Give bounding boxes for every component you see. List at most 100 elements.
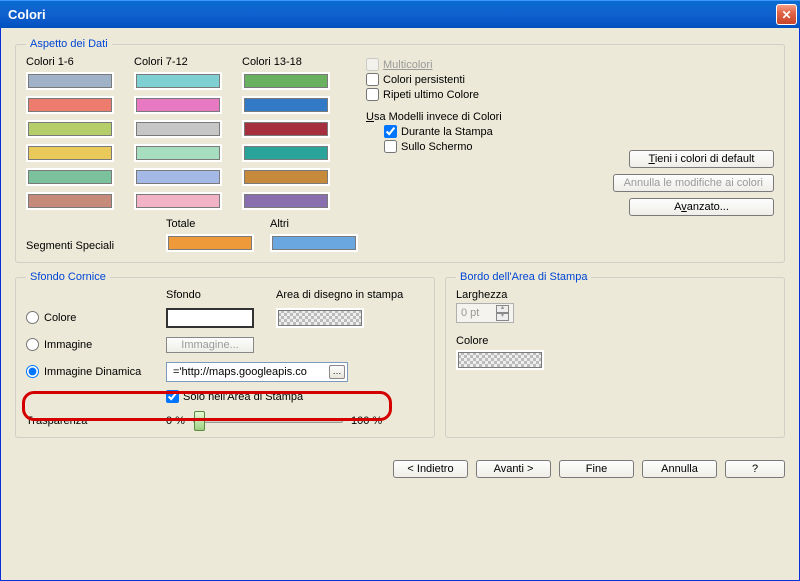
chk-multicolori: Multicolori [366,58,613,71]
radio-immagine-dinamica-row[interactable]: Immagine Dinamica [26,365,166,378]
expression-builder-icon[interactable]: … [329,365,345,379]
btn-avanti[interactable]: Avanti > [476,460,551,478]
swatch-5[interactable] [26,168,114,186]
checkbox-persistenti[interactable] [366,73,379,86]
swatch-altri[interactable] [270,234,358,252]
checkbox-multicolori [366,58,379,71]
btn-fine[interactable]: Fine [559,460,634,478]
col-7-12: Colori 7-12 [134,56,236,216]
col3-label: Colori 13-18 [242,56,344,68]
aspetto-options: Multicolori Colori persistenti Ripeti ul… [366,56,774,216]
label-multicolori: Multicolori [383,59,433,71]
btn-annulla-modifiche: Annulla le modifiche ai colori [613,174,774,192]
formula-input[interactable] [171,365,329,379]
usa-modelli-label: Usa Modelli invece di Colori [366,111,613,123]
radio-immagine-dinamica-label: Immagine Dinamica [44,366,141,378]
larghezza-spinner: 0 pt ▲ ▼ [456,303,514,323]
swatch-15[interactable] [242,120,330,138]
label-ripeti: Ripeti ultimo Colore [383,89,479,101]
spin-down-icon: ▼ [496,313,509,321]
radio-colore[interactable] [26,311,39,324]
label-persistenti: Colori persistenti [383,74,465,86]
group-aspetto-dati: Aspetto dei Dati Colori 1-6 Colori 7-12 [15,38,785,263]
swatch-13[interactable] [242,72,330,90]
swatch-totale[interactable] [166,234,254,252]
hdr-area: Area di disegno in stampa [276,289,406,301]
spinner-buttons: ▲ ▼ [496,305,509,321]
radio-immagine-label: Immagine [44,339,92,351]
slider-trasparenza[interactable] [193,419,343,423]
larghezza-value: 0 pt [461,307,479,319]
swatch-6[interactable] [26,192,114,210]
checkbox-durante-stampa[interactable] [384,125,397,138]
col2-label: Colori 7-12 [134,56,236,68]
swatch-bordo-colore[interactable] [456,350,544,370]
swatch-4[interactable] [26,144,114,162]
swatch-17[interactable] [242,168,330,186]
legend-aspetto: Aspetto dei Dati [26,38,112,50]
radio-colore-row[interactable]: Colore [26,311,166,324]
btn-tieni-default[interactable]: Tieni i colori di default [629,150,774,168]
swatch-area-stampa[interactable] [276,308,364,328]
window-title: Colori [8,7,46,22]
swatch-2[interactable] [26,96,114,114]
hdr-sfondo: Sfondo [166,289,276,301]
swatch-12[interactable] [134,192,222,210]
swatch-7[interactable] [134,72,222,90]
swatch-18[interactable] [242,192,330,210]
segmenti-label: Segmenti Speciali [26,240,166,252]
group-bordo-area: Bordo dell'Area di Stampa Larghezza 0 pt… [445,271,785,438]
legend-sfondo: Sfondo Cornice [26,271,110,283]
titlebar: Colori ✕ [0,0,800,28]
larghezza-label: Larghezza [456,289,774,301]
label-durante-stampa: Durante la Stampa [401,126,493,138]
btn-help[interactable]: ? [725,460,785,478]
col-13-18: Colori 13-18 [242,56,344,216]
btn-annulla[interactable]: Annulla [642,460,717,478]
swatch-3[interactable] [26,120,114,138]
radio-immagine[interactable] [26,338,39,351]
close-icon[interactable]: ✕ [776,4,797,25]
trasparenza-row: Trasparenza 0 % 100 % [26,415,424,427]
slider-max-label: 100 % [351,415,382,427]
swatch-14[interactable] [242,96,330,114]
checkbox-solo-area[interactable] [166,390,179,403]
legend-bordo: Bordo dell'Area di Stampa [456,271,591,283]
label-solo-area: Solo nell'Area di Stampa [183,391,303,403]
label-sullo-schermo: Sullo Schermo [401,141,473,153]
checkbox-ripeti[interactable] [366,88,379,101]
col1-label: Colori 1-6 [26,56,128,68]
swatch-1[interactable] [26,72,114,90]
swatch-8[interactable] [134,96,222,114]
checkbox-sullo-schermo[interactable] [384,140,397,153]
btn-immagine: Immagine... [166,337,254,353]
swatch-10[interactable] [134,144,222,162]
spin-up-icon: ▲ [496,305,509,313]
chk-schermo-row: Sullo Schermo [384,140,613,153]
bordo-colore-label: Colore [456,335,774,347]
swatch-16[interactable] [242,144,330,162]
col-1-6: Colori 1-6 [26,56,128,216]
btn-indietro[interactable]: < Indietro [393,460,468,478]
radio-immagine-row[interactable]: Immagine [26,338,166,351]
group-sfondo-cornice: Sfondo Cornice Sfondo Area di disegno in… [15,271,435,438]
slider-min-label: 0 % [166,415,185,427]
lower-row: Sfondo Cornice Sfondo Area di disegno in… [15,271,785,446]
chk-ripeti-row: Ripeti ultimo Colore [366,88,613,101]
swatch-sfondo[interactable] [166,308,254,328]
totale-label: Totale [166,218,270,230]
chk-durante-row: Durante la Stampa [384,125,613,138]
radio-colore-label: Colore [44,312,76,324]
swatch-11[interactable] [134,168,222,186]
radio-immagine-dinamica[interactable] [26,365,39,378]
aspetto-lower: Segmenti Speciali Totale Altri [26,218,774,252]
chk-persistenti-row: Colori persistenti [366,73,613,86]
btn-avanzato[interactable]: Avanzato... [629,198,774,216]
chk-solo-area-row[interactable]: Solo nell'Area di Stampa [166,390,406,403]
trasparenza-label: Trasparenza [26,415,160,427]
aspetto-upper: Colori 1-6 Colori 7-12 Colori 13-18 [26,56,774,216]
formula-box[interactable]: … [166,362,348,382]
aspetto-buttons: Tieni i colori di default Annulla le mod… [613,150,774,216]
swatch-9[interactable] [134,120,222,138]
dialog-body: Aspetto dei Dati Colori 1-6 Colori 7-12 [0,28,800,581]
